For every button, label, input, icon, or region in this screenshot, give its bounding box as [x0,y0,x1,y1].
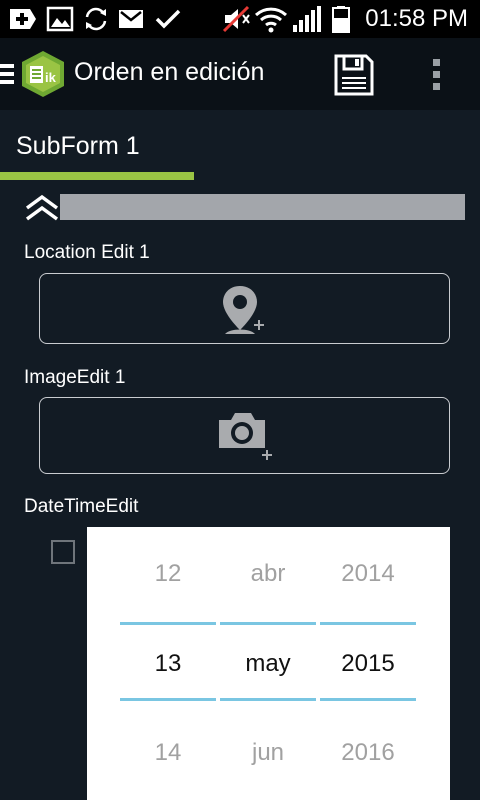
app-title: Orden en edición [74,58,265,86]
save-icon[interactable] [333,53,375,102]
day-divider-bottom [120,698,216,701]
month-prev[interactable]: abr [220,560,316,588]
battery-icon [332,5,350,38]
signal-icon [292,5,322,38]
app-logo-icon[interactable]: ik [20,50,66,103]
add-box-icon [8,5,38,38]
year-selected[interactable]: 2015 [320,650,416,678]
tab-subform-1[interactable]: SubForm 1 [0,110,194,182]
image-edit-button[interactable] [39,397,450,474]
datetime-checkbox[interactable] [51,540,75,564]
sync-icon [82,5,110,38]
add-location-icon [222,284,272,341]
datetime-field-label: DateTimeEdit [24,496,139,517]
month-selected[interactable]: may [220,650,316,678]
mute-icon [222,5,252,38]
menu-icon[interactable] [0,62,16,91]
location-edit-button[interactable] [39,273,450,344]
date-picker: 12 13 14 abr may jun 2014 2015 2016 [87,527,450,800]
day-next[interactable]: 14 [120,739,216,767]
year-next[interactable]: 2016 [320,739,416,767]
month-divider-top [220,622,316,625]
location-field-label: Location Edit 1 [24,242,150,263]
day-selected[interactable]: 13 [120,650,216,678]
action-bar: ik Orden en edición [0,38,480,110]
month-spinner[interactable]: abr may jun [220,527,316,800]
month-next[interactable]: jun [220,739,316,767]
day-spinner[interactable]: 12 13 14 [120,527,216,800]
month-divider-bottom [220,698,316,701]
overflow-menu-icon[interactable] [432,58,442,97]
year-spinner[interactable]: 2014 2015 2016 [320,527,416,800]
double-chevron-up-icon[interactable] [24,194,60,227]
image-icon [46,5,74,38]
check-icon [154,5,182,38]
section-header-bar[interactable] [60,194,465,220]
year-prev[interactable]: 2014 [320,560,416,588]
tab-label: SubForm 1 [16,132,140,160]
tab-selected-indicator [0,172,194,180]
add-camera-icon [217,410,277,467]
mail-icon [117,5,145,38]
wifi-icon [254,5,288,38]
status-time: 01:58 PM [365,5,468,32]
year-divider-top [320,622,416,625]
status-bar: 01:58 PM [0,0,480,38]
year-divider-bottom [320,698,416,701]
image-field-label: ImageEdit 1 [24,367,126,388]
tab-strip: SubForm 1 [0,110,480,182]
svg-text:ik: ik [45,70,57,85]
day-divider-top [120,622,216,625]
day-prev[interactable]: 12 [120,560,216,588]
